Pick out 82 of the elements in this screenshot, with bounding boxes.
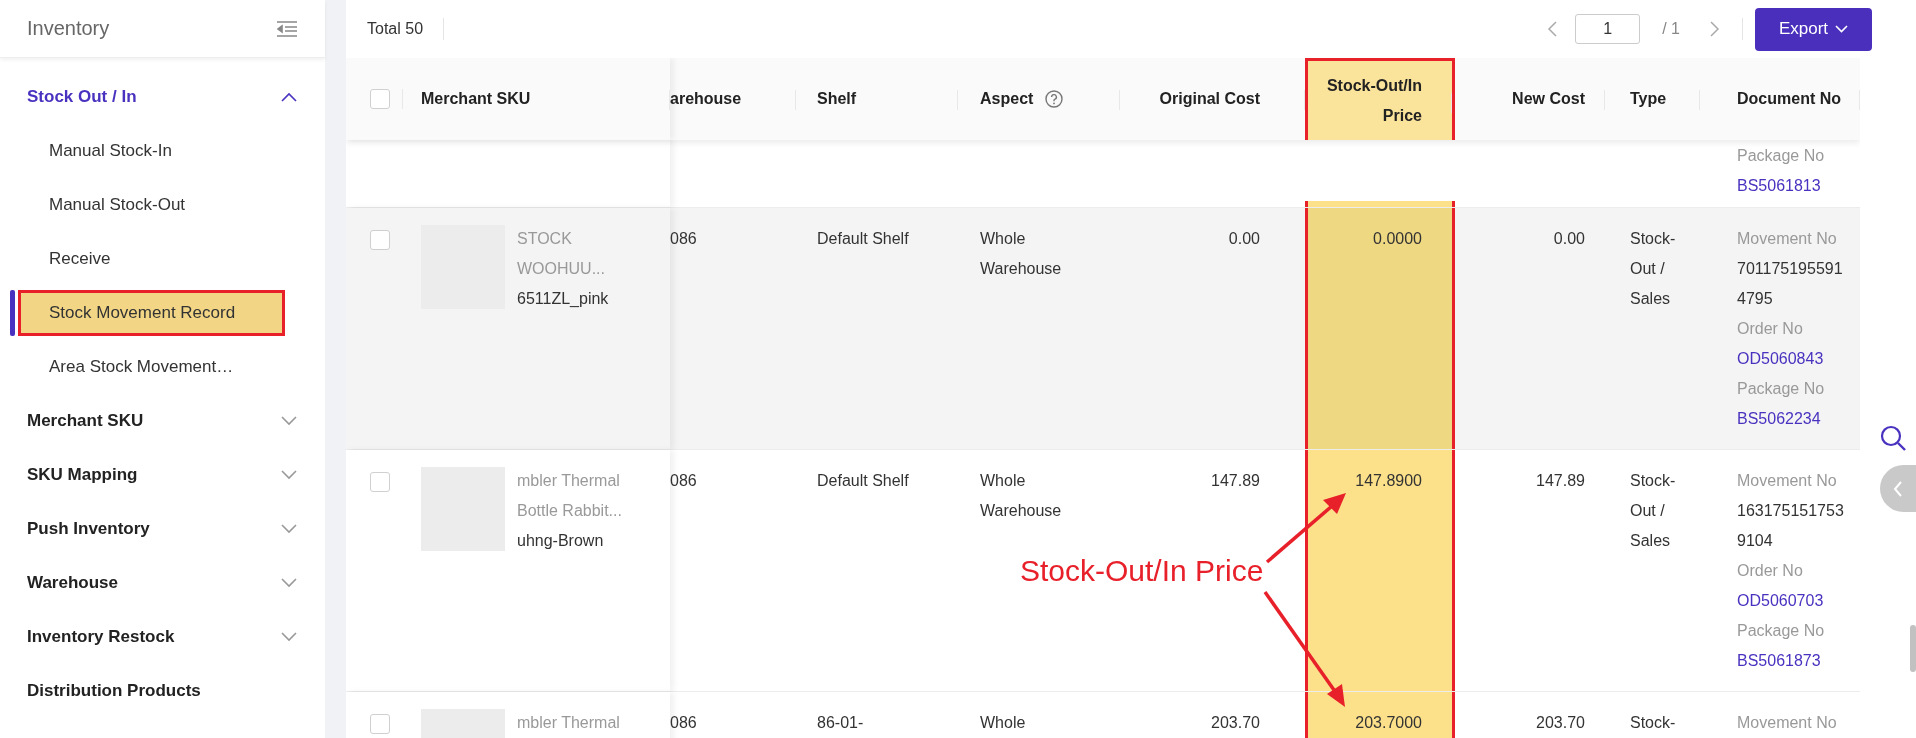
product-name: mbler Thermal xyxy=(517,713,621,733)
document-number: 1631751517539104 xyxy=(1737,501,1845,551)
table-cell-text: 147.8900 xyxy=(1355,471,1422,491)
annotation-label: Stock-Out/In Price xyxy=(1020,554,1264,588)
column-header: Merchant SKU xyxy=(421,90,531,108)
menu-group[interactable]: Inventory Restock xyxy=(0,610,325,664)
menu-item[interactable]: Area Stock Movement… xyxy=(18,344,285,390)
column-header: New Cost xyxy=(1455,58,1605,140)
table-cell-text: 0.00 xyxy=(1553,229,1585,249)
table-cell-text: 203.7000 xyxy=(1355,713,1422,733)
export-button[interactable]: Export xyxy=(1755,7,1872,51)
column-header: arehouse xyxy=(670,58,796,140)
document-link[interactable]: BS5061873 xyxy=(1737,646,1850,676)
table-cell-text: 147.89 xyxy=(1211,471,1260,491)
table-cell-text: 0.00 xyxy=(1228,229,1260,249)
table-cell-text: 086 xyxy=(670,229,697,249)
table-cell-text: Whole Warehouse xyxy=(980,229,1063,279)
product-name: mbler Thermal Bottle Rabbit... xyxy=(517,471,623,521)
page-total: / 1 xyxy=(1662,20,1680,38)
menu-item[interactable]: Manual Stock-In xyxy=(18,128,285,174)
table-cell-text: 086 xyxy=(670,713,697,733)
table-row[interactable]: Package No BS5061813 xyxy=(346,140,1860,208)
document-link[interactable]: OD5060703 xyxy=(1737,586,1850,616)
menu-item[interactable]: Stock Movement Record xyxy=(18,290,285,336)
next-page-icon[interactable] xyxy=(1710,21,1720,37)
sidebar-title: Inventory xyxy=(27,17,110,40)
table-cell-text: Default Shelf xyxy=(817,229,909,249)
column-header: Shelf xyxy=(796,58,958,140)
product-name: STOCK WOOHUU... xyxy=(517,229,606,279)
document-link[interactable]: BS5062234 xyxy=(1737,404,1850,434)
table-cell-text: 203.70 xyxy=(1211,713,1260,733)
sku-code: 6511ZL_pink xyxy=(517,289,610,309)
document-label: Movement No xyxy=(1737,229,1837,249)
page-input[interactable]: 1 xyxy=(1575,14,1641,44)
table-cell-text: 203.70 xyxy=(1536,713,1585,733)
row-checkbox[interactable] xyxy=(370,714,390,734)
table-cell-text: Whole Warehouse xyxy=(980,471,1063,521)
column-header: Stock-Out/In Price xyxy=(1305,58,1455,140)
select-all-checkbox[interactable] xyxy=(370,89,390,109)
previous-page-icon[interactable] xyxy=(1547,21,1558,37)
table-cell-text: Stock-Out / Sales xyxy=(1630,229,1677,309)
search-icon[interactable] xyxy=(1880,425,1906,451)
document-label: Order No xyxy=(1737,319,1803,339)
table-cell-text: Whole xyxy=(980,713,1027,733)
table-cell-text: Stock- xyxy=(1630,713,1677,733)
scrollbar-thumb[interactable] xyxy=(1910,625,1916,672)
chevron-left-icon xyxy=(1893,480,1903,497)
table-row[interactable]: STOCK WOOHUU... 6511ZL_pink 086 Default Shelf Whole Warehouse 0.00 0.0000 0.00 Stock-Out / Sales Movement No 7011751955914795 Order No OD5060843 Package No BS5062234 xyxy=(346,208,1860,450)
menu-item[interactable]: Manual Stock-Out xyxy=(18,182,285,228)
document-link[interactable]: BS5061813 xyxy=(1737,171,1850,201)
document-label: Package No xyxy=(1737,146,1825,166)
document-link[interactable]: OD5060843 xyxy=(1737,344,1850,374)
table-cell-text: 86-01- xyxy=(817,713,864,733)
column-header: Document No xyxy=(1700,58,1860,140)
menu-group[interactable]: Push Inventory xyxy=(0,502,325,556)
document-number: 7011751955914795 xyxy=(1737,259,1844,309)
menu-item[interactable]: Receive xyxy=(18,236,285,282)
table-cell-text: Default Shelf xyxy=(817,471,909,491)
menu-group[interactable]: Stock Out / In xyxy=(0,70,325,124)
column-header: Type xyxy=(1605,58,1700,140)
menu-group[interactable]: Distribution Products xyxy=(0,664,325,718)
help-icon[interactable] xyxy=(1045,90,1064,108)
table-cell-text: 147.89 xyxy=(1536,471,1585,491)
column-header: Aspect xyxy=(958,58,1120,140)
document-label: Movement No xyxy=(1737,713,1837,733)
document-label: Movement No xyxy=(1737,471,1837,491)
menu-group[interactable]: SKU Mapping xyxy=(0,448,325,502)
collapse-menu-icon[interactable] xyxy=(277,20,297,37)
column-header: Original Cost xyxy=(1120,58,1305,140)
table-cell-text: 086 xyxy=(670,471,697,491)
document-label: Order No xyxy=(1737,561,1803,581)
document-label: Package No xyxy=(1737,379,1825,399)
total-count: Total 50 xyxy=(367,18,445,40)
menu-group[interactable]: Warehouse xyxy=(0,556,325,610)
caret-icon xyxy=(1835,25,1849,33)
row-checkbox[interactable] xyxy=(370,230,390,250)
sku-code: uhng-Brown xyxy=(517,531,605,551)
menu-group[interactable]: Merchant SKU xyxy=(0,394,325,448)
row-checkbox[interactable] xyxy=(370,472,390,492)
table-cell-text: Stock-Out / Sales xyxy=(1630,471,1677,551)
table-cell-text: 0.0000 xyxy=(1373,229,1422,249)
document-label: Package No xyxy=(1737,621,1825,641)
